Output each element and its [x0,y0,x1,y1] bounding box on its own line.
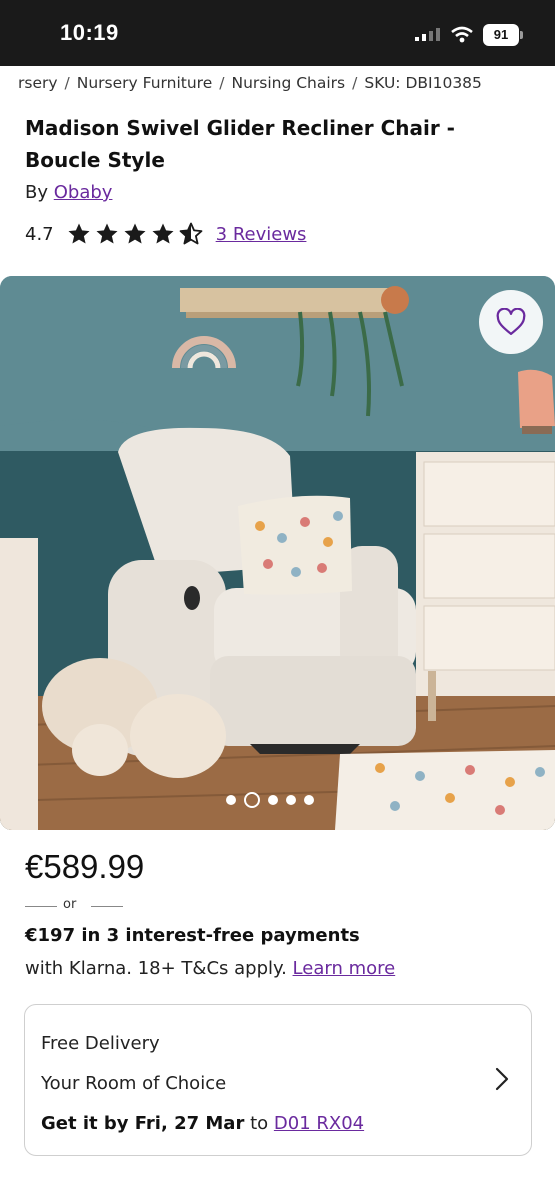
product-image [0,276,555,830]
delivery-to: to [250,1113,269,1134]
carousel-dot[interactable] [268,795,278,805]
brand-link[interactable]: Obaby [54,182,113,203]
breadcrumb-item-nursery[interactable]: rsery [18,74,58,92]
heart-icon [496,308,526,335]
wifi-icon [451,26,473,43]
or-text: or [63,897,77,912]
postcode-link[interactable]: D01 RX04 [274,1113,364,1134]
battery-icon: 91 [483,24,523,46]
status-bar: 10:19 91 [0,0,555,66]
klarna-terms: with Klarna. 18+ T&Cs apply. Learn more [25,958,395,979]
carousel-dot-active[interactable] [244,792,260,808]
brand-line: By Obaby [25,182,112,203]
breadcrumb-separator: / [219,74,225,92]
divider-line [25,906,57,907]
carousel-dot[interactable] [286,795,296,805]
rating-value: 4.7 [25,223,54,245]
klarna-terms-text: with Klarna. 18+ T&Cs apply. [25,958,287,979]
divider-line [91,906,123,907]
chevron-right-icon [495,1067,509,1091]
reviews-link[interactable]: 3 Reviews [216,224,307,245]
breadcrumb-separator: / [64,74,70,92]
product-image-gallery[interactable] [0,276,555,830]
star-icon [152,223,174,244]
brand-prefix: By [25,182,49,203]
learn-more-link[interactable]: Learn more [293,958,396,979]
product-price: €589.99 [25,848,145,885]
rating-row: 4.7 3 Reviews [25,222,306,246]
star-rating [66,222,204,246]
star-half-icon [179,222,203,245]
delivery-option: Your Room of Choice [41,1073,227,1094]
breadcrumb: rsery / Nursery Furniture / Nursing Chairs / S… [18,74,555,92]
product-title: Madison Swivel Glider Recliner Chair - B… [25,116,455,172]
carousel-dots [226,792,314,808]
status-time: 10:19 [60,20,119,45]
status-icons: 91 [415,24,523,46]
signal-icon [415,28,440,41]
star-icon [68,223,90,244]
breadcrumb-separator: / [352,74,358,92]
star-icon [96,223,118,244]
delivery-type: Free Delivery [41,1033,160,1054]
breadcrumb-item-nursing-chairs[interactable]: Nursing Chairs [231,74,345,92]
breadcrumb-sku: SKU: DBI10385 [364,74,482,92]
klarna-installments: €197 in 3 interest-free payments [25,925,360,946]
carousel-dot[interactable] [304,795,314,805]
breadcrumb-item-nursery-furniture[interactable]: Nursery Furniture [77,74,212,92]
carousel-dot[interactable] [226,795,236,805]
or-divider: or [25,897,123,915]
delivery-card[interactable]: Free Delivery Your Room of Choice Get it… [24,1004,532,1156]
star-icon [124,223,146,244]
wishlist-button[interactable] [479,290,543,354]
delivery-eta-row: Get it by Fri, 27 Mar to D01 RX04 [41,1113,364,1134]
delivery-eta: Get it by Fri, 27 Mar [41,1113,245,1134]
